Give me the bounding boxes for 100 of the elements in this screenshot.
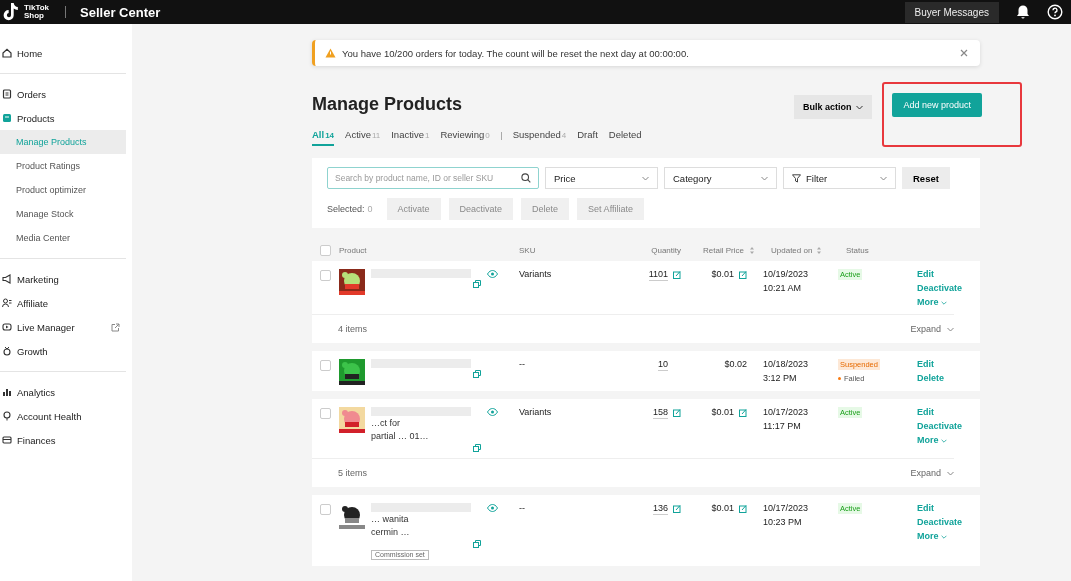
- time-cell-text: 10:23 PM: [763, 517, 803, 528]
- nav-item[interactable]: Home: [0, 41, 126, 65]
- column-header: Product: [339, 245, 367, 255]
- copy-icon[interactable]: [473, 444, 481, 452]
- checkbox[interactable]: [320, 360, 331, 371]
- dropdown[interactable]: Category: [664, 167, 777, 189]
- help-icon[interactable]: [1047, 4, 1063, 20]
- nav-subitem[interactable]: Manage Stock: [0, 202, 126, 226]
- sort-icon[interactable]: [816, 245, 823, 255]
- chevron-down-icon: [856, 104, 864, 110]
- filter-dropdown[interactable]: Filter: [783, 167, 896, 189]
- copy-icon[interactable]: [473, 370, 481, 378]
- status-tab[interactable]: Draft: [577, 129, 598, 146]
- chevron-down-icon: [941, 439, 947, 443]
- column-header: Updated on: [771, 245, 813, 255]
- nav-item[interactable]: Analytics: [0, 380, 126, 404]
- date-cell-text: 10/17/2023: [763, 503, 810, 514]
- nav-item[interactable]: Affiliate: [0, 291, 126, 315]
- checkbox[interactable]: [320, 408, 331, 419]
- quantity-cell: 136: [652, 503, 668, 515]
- funnel-icon: [792, 173, 801, 183]
- items-count: 4 items: [338, 324, 367, 334]
- quantity-cell: 10: [658, 359, 668, 371]
- nav-subitem[interactable]: Product Ratings: [0, 154, 126, 178]
- date-cell-text: 10/18/2023: [763, 359, 810, 370]
- nav-item[interactable]: Orders: [0, 82, 126, 106]
- nav-item[interactable]: Products: [0, 106, 126, 130]
- edit-icon[interactable]: [673, 271, 681, 279]
- quantity-cell: 158: [652, 407, 668, 419]
- search-field[interactable]: Search by product name, ID or seller SKU: [327, 167, 539, 189]
- nav-item[interactable]: Growth: [0, 339, 126, 363]
- nav-subitem[interactable]: Product optimizer: [0, 178, 126, 202]
- card-icon: [2, 435, 12, 445]
- nav-item[interactable]: Finances: [0, 428, 126, 452]
- price-cell: $0.02: [724, 359, 747, 370]
- chevron-down-icon: [941, 301, 947, 305]
- nav-subitem[interactable]: Media Center: [0, 226, 126, 250]
- quantity-cell: 1101: [648, 269, 668, 281]
- date-cell-text: 10/17/2023: [763, 407, 810, 418]
- nav-item[interactable]: Marketing: [0, 267, 126, 291]
- price-cell: $0.01: [711, 503, 734, 514]
- warning-icon: [325, 48, 336, 58]
- expand-link[interactable]: Expand: [910, 468, 954, 478]
- sort-icon[interactable]: [749, 245, 755, 255]
- eye-icon[interactable]: [487, 270, 498, 278]
- date-cell-text: 10/19/2023: [763, 269, 810, 280]
- status-tab[interactable]: Deleted: [608, 129, 642, 146]
- column-header: SKU: [519, 245, 536, 255]
- status-tab[interactable]: Inactive1: [391, 129, 430, 146]
- chevron-down-icon: [761, 175, 768, 181]
- edit-icon[interactable]: [673, 409, 681, 417]
- people-icon: [2, 298, 12, 308]
- selected-label: Selected:: [327, 204, 365, 214]
- dropdown[interactable]: Price: [545, 167, 658, 189]
- copy-icon[interactable]: [473, 280, 481, 288]
- reset-button[interactable]: Reset: [902, 167, 950, 189]
- video-icon: [2, 322, 12, 332]
- time-cell-text: 11:17 PM: [763, 421, 802, 432]
- close-icon[interactable]: [960, 49, 968, 57]
- pin-icon: [2, 411, 12, 421]
- checkbox[interactable]: [320, 504, 331, 515]
- edit-icon[interactable]: [739, 408, 747, 417]
- notice-text: You have 10/200 orders for today. The count will be reset the next day at 00:00:00.: [342, 47, 689, 59]
- edit-icon[interactable]: [673, 505, 681, 513]
- status-tab[interactable]: Active11: [345, 129, 381, 146]
- column-header: Status: [846, 245, 869, 255]
- edit-icon[interactable]: [739, 504, 747, 513]
- sku-cell-text: Variants: [519, 407, 553, 418]
- time-cell-text: 10:21 AM: [763, 283, 803, 294]
- music-note-icon: [2, 2, 20, 22]
- bell-icon[interactable]: [1015, 4, 1031, 20]
- search-icon: [521, 173, 531, 183]
- buyer-messages-button[interactable]: Buyer Messages: [904, 1, 999, 23]
- clipboard-icon: [2, 89, 12, 99]
- chevron-down-icon: [642, 175, 649, 181]
- expand-link[interactable]: Expand: [910, 324, 954, 334]
- column-header: Retail Price: [703, 245, 744, 255]
- eye-icon[interactable]: [487, 408, 498, 416]
- megaphone-icon: [2, 274, 12, 284]
- edit-icon[interactable]: [739, 270, 747, 279]
- eye-icon[interactable]: [487, 504, 498, 512]
- brand-subname: Shop: [24, 12, 45, 20]
- price-cell: $0.01: [711, 407, 734, 418]
- stopwatch-icon: [2, 346, 12, 356]
- status-tab[interactable]: Suspended 4: [512, 129, 567, 146]
- checkbox[interactable]: [320, 244, 331, 256]
- nav-item[interactable]: Live Manager: [0, 315, 126, 339]
- price-cell: $0.01: [711, 269, 734, 280]
- bulk-action-button[interactable]: Bulk action: [793, 95, 873, 119]
- home-icon: [2, 48, 12, 58]
- sku-cell-text: --: [519, 503, 526, 514]
- selected-count: 0: [367, 204, 373, 214]
- checkbox[interactable]: [320, 270, 331, 281]
- app-title: Seller Center: [80, 4, 161, 20]
- items-count: 5 items: [338, 468, 367, 478]
- product-name: partial … 01…: [371, 431, 430, 442]
- nav-item[interactable]: Account Health: [0, 404, 126, 428]
- product-name: cermin …: [371, 527, 411, 538]
- bar-chart-icon: [2, 387, 12, 397]
- copy-icon[interactable]: [473, 540, 481, 548]
